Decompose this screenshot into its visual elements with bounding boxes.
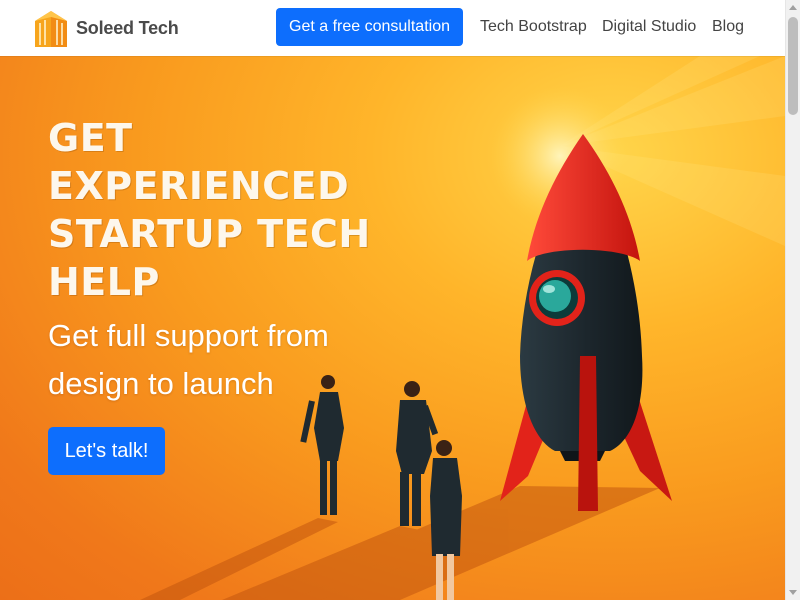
nav-link-digital-studio[interactable]: Digital Studio [602, 8, 696, 46]
brand-link[interactable]: Soleed Tech [33, 9, 179, 47]
scroll-up-arrow-icon[interactable] [789, 5, 797, 10]
building-logo-icon [35, 11, 67, 47]
scroll-thumb[interactable] [788, 17, 798, 115]
scroll-down-arrow-icon[interactable] [789, 590, 797, 595]
lets-talk-button[interactable]: Let's talk! [48, 427, 165, 475]
hero-subheadline: Get full support from design to launch [48, 318, 329, 401]
hero-headline: Get Experienced Startup Tech Help [48, 114, 371, 306]
headline-line-3: Startup Tech [48, 212, 371, 256]
nav-link-tech-bootstrap[interactable]: Tech Bootstrap [480, 8, 587, 46]
headline-line-4: Help [48, 260, 160, 304]
hero-section: Get Experienced Startup Tech Help Get fu… [0, 56, 785, 600]
free-consultation-button[interactable]: Get a free consultation [276, 8, 463, 46]
nav-link-blog[interactable]: Blog [712, 8, 744, 46]
brand-name: Soleed Tech [76, 17, 179, 38]
page-scrollbar[interactable] [785, 0, 800, 600]
headline-line-2: Experienced [48, 164, 350, 208]
headline-line-1: Get [48, 116, 133, 160]
top-navbar: Soleed Tech Get a free consultation Tech… [0, 0, 785, 56]
